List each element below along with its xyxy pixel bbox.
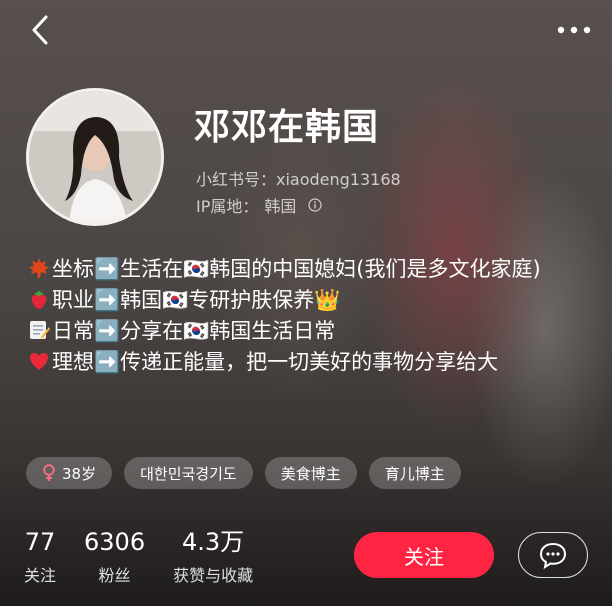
ip-value: 韩国 <box>264 197 297 216</box>
message-button[interactable] <box>518 532 588 578</box>
tag-parenting-label: 育儿博主 <box>384 464 445 483</box>
stat-following[interactable]: 77 关注 <box>24 528 56 586</box>
following-count: 77 <box>24 528 56 556</box>
chat-bubble-icon <box>539 542 567 569</box>
profile-tags: 38岁 대한민국경기도 美食博主 育儿博主 <box>26 457 461 489</box>
info-icon[interactable] <box>308 198 322 212</box>
tag-age[interactable]: 38岁 <box>26 457 113 489</box>
tag-food-label: 美食博主 <box>280 464 341 483</box>
memo-icon <box>30 321 50 339</box>
profile-ip: IP属地： 韩国 <box>196 193 322 217</box>
tag-age-label: 38岁 <box>62 464 97 483</box>
tag-parenting-blogger[interactable]: 育儿博主 <box>368 457 461 489</box>
chevron-left-icon <box>32 15 48 45</box>
profile-bio[interactable]: 坐标➡️生活在🇰🇷韩国的中国媳妇(我们是多文化家庭) 职业➡️韩国🇰🇷专研护肤保… <box>28 254 588 378</box>
bio-line: 职业➡️韩国🇰🇷专研护肤保养👑 <box>28 285 588 316</box>
bio-line-text: 理想➡️传递正能量，把一切美好的事物分享给大 <box>52 350 499 374</box>
avatar[interactable] <box>26 88 164 226</box>
likes-count: 4.3万 <box>182 528 245 556</box>
tag-location-label: 대한민국경기도 <box>140 464 237 483</box>
profile-id: 小红书号：xiaodeng13168 <box>196 166 401 190</box>
bio-line: 理想➡️传递正能量，把一切美好的事物分享给大 <box>28 347 588 378</box>
fans-count: 6306 <box>84 528 146 556</box>
bio-line: 坐标➡️生活在🇰🇷韩国的中国媳妇(我们是多文化家庭) <box>28 254 588 285</box>
bio-line: 日常➡️分享在🇰🇷韩国生活日常 <box>28 316 588 347</box>
bio-line-text: 日常➡️分享在🇰🇷韩国生活日常 <box>52 319 336 343</box>
more-dots-icon <box>557 26 591 34</box>
female-icon <box>43 464 55 481</box>
ip-label: IP属地： <box>196 197 259 216</box>
heart-icon <box>30 353 48 370</box>
bio-line-text: 坐标➡️生活在🇰🇷韩国的中国媳妇(我们是多文化家庭) <box>52 257 541 281</box>
profile-name: 邓邓在韩国 <box>194 107 380 148</box>
tag-location[interactable]: 대한민국경기도 <box>124 457 253 489</box>
profile-id-label: 小红书号： <box>196 170 277 189</box>
strawberry-icon <box>31 291 47 309</box>
maple-leaf-icon <box>29 258 49 278</box>
profile-stats: 77 关注 6306 粉丝 4.3万 获赞与收藏 <box>24 528 281 586</box>
fans-label: 粉丝 <box>98 566 131 585</box>
bio-line-text: 职业➡️韩国🇰🇷专研护肤保养👑 <box>52 288 341 312</box>
tag-food-blogger[interactable]: 美食博主 <box>264 457 357 489</box>
profile-id-value[interactable]: xiaodeng13168 <box>276 170 401 189</box>
following-label: 关注 <box>24 566 57 585</box>
avatar-image <box>29 91 161 223</box>
stat-likes[interactable]: 4.3万 获赞与收藏 <box>173 528 253 586</box>
stat-fans[interactable]: 6306 粉丝 <box>84 528 145 586</box>
profile-page: 邓邓在韩国 小红书号：xiaodeng13168 IP属地： 韩国 坐标➡️生活在… <box>0 0 612 606</box>
more-button[interactable] <box>554 14 594 46</box>
likes-label: 获赞与收藏 <box>173 566 254 585</box>
follow-button[interactable]: 关注 <box>354 532 494 578</box>
back-button[interactable] <box>20 10 60 50</box>
